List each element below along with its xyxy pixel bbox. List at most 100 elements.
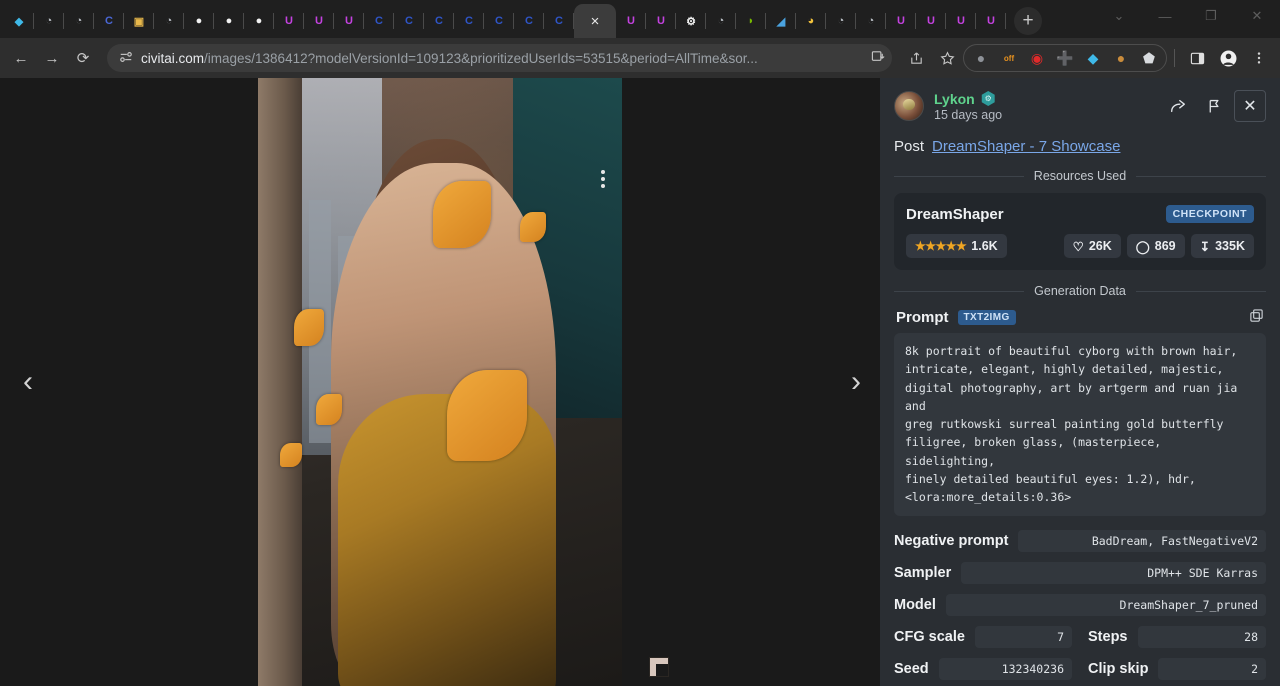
browser-tab[interactable]: ◔ [34, 4, 64, 38]
new-tab-button[interactable]: + [1014, 7, 1042, 35]
diamond-extension-icon[interactable]: ◆ [1080, 45, 1106, 71]
browser-tab[interactable]: U [274, 4, 304, 38]
side-panel-icon[interactable] [1182, 43, 1212, 73]
civitai-icon: C [401, 13, 418, 30]
browser-tab[interactable]: U [976, 4, 1006, 38]
username[interactable]: Lykon [934, 91, 975, 107]
resource-card[interactable]: DreamShaper CHECKPOINT ★★★★★ 1.6K ♡ 26K [894, 193, 1266, 270]
browser-tab[interactable]: U [916, 4, 946, 38]
forward-button[interactable]: → [37, 43, 67, 73]
diamond-icon: ◆ [11, 13, 28, 30]
active-tab[interactable]: × [574, 4, 616, 38]
globe-extension-icon[interactable]: ● [968, 45, 994, 71]
install-icon[interactable] [871, 49, 886, 67]
close-window-button[interactable]: ✕ [1234, 0, 1280, 32]
copy-icon[interactable] [1249, 308, 1264, 326]
resources-section-title: Resources Used [1034, 169, 1126, 183]
reload-button[interactable]: ⟳ [68, 43, 98, 73]
cookie-extension-icon[interactable]: ● [1108, 45, 1134, 71]
globe-icon: ◔ [713, 13, 730, 30]
post-link[interactable]: DreamShaper - 7 Showcase [932, 138, 1120, 155]
url-text: civitai.com/images/1386412?modelVersionI… [141, 51, 863, 66]
previous-image-button[interactable]: ‹ [6, 360, 50, 404]
civitai-icon: C [371, 13, 388, 30]
address-bar[interactable]: civitai.com/images/1386412?modelVersionI… [107, 44, 892, 72]
report-flag-icon[interactable] [1198, 90, 1230, 122]
adblock-off-icon[interactable]: off [996, 45, 1022, 71]
browser-tab[interactable]: C [424, 4, 454, 38]
maximize-button[interactable]: ❐ [1188, 0, 1234, 32]
puzzle-extension-icon[interactable]: ⬟ [1136, 45, 1162, 71]
browser-tab[interactable]: C [94, 4, 124, 38]
browser-tab[interactable]: ◔ [64, 4, 94, 38]
browser-tab[interactable]: C [544, 4, 574, 38]
prompt-label: Prompt [896, 309, 949, 326]
negative-prompt-label: Negative prompt [894, 533, 1008, 549]
browser-tab[interactable]: ● [214, 4, 244, 38]
globe-icon: ◔ [161, 13, 178, 30]
profile-avatar-icon[interactable] [1213, 43, 1243, 73]
generation-parameters: Negative prompt BadDream, FastNegativeV2… [894, 530, 1266, 680]
artwork-butterfly [294, 309, 323, 345]
artwork-butterfly [316, 394, 341, 424]
browser-tab[interactable]: C [454, 4, 484, 38]
generated-artwork [258, 78, 622, 686]
username-row: Lykon ⚙ [934, 91, 1002, 107]
browser-tab[interactable]: U [304, 4, 334, 38]
artwork-butterfly [447, 370, 527, 461]
back-button[interactable]: ← [6, 43, 36, 73]
github-icon: ● [221, 13, 238, 30]
browser-tab[interactable]: ◆ [4, 4, 34, 38]
share-page-button[interactable] [901, 43, 931, 73]
browser-menu-icon[interactable] [1244, 43, 1274, 73]
u-icon: U [281, 13, 298, 30]
browser-tab[interactable]: C [364, 4, 394, 38]
paint-icon: ◢ [773, 13, 790, 30]
globe-icon: ◔ [41, 13, 58, 30]
prompt-text[interactable]: 8k portrait of beautiful cyborg with bro… [894, 333, 1266, 516]
browser-tab[interactable]: U [886, 4, 916, 38]
site-settings-icon[interactable] [119, 50, 133, 67]
browser-tab[interactable]: ● [244, 4, 274, 38]
browser-tab[interactable]: ◕ [796, 4, 826, 38]
dot [601, 170, 605, 174]
civitai-icon: C [461, 13, 478, 30]
comment-icon: ◯ [1136, 239, 1150, 254]
browser-tab[interactable]: U [646, 4, 676, 38]
steps-label: Steps [1088, 629, 1128, 645]
browser-tab[interactable]: ● [184, 4, 214, 38]
image-options-icon[interactable] [592, 166, 614, 192]
browser-tab[interactable]: ◔ [154, 4, 184, 38]
browser-tab[interactable]: ◔ [826, 4, 856, 38]
browser-tab[interactable]: C [484, 4, 514, 38]
github-icon: ● [251, 13, 268, 30]
record-extension-icon[interactable]: ◉ [1024, 45, 1050, 71]
share-button[interactable] [1162, 90, 1194, 122]
browser-tab[interactable]: ◢ [766, 4, 796, 38]
u-icon: U [953, 13, 970, 30]
plus-extension-icon[interactable]: ➕ [1052, 45, 1078, 71]
close-panel-button[interactable]: ✕ [1234, 90, 1266, 122]
browser-tab[interactable]: U [334, 4, 364, 38]
browser-tab[interactable]: U [946, 4, 976, 38]
browser-tab[interactable]: C [514, 4, 544, 38]
browser-tab[interactable]: ⚙ [676, 4, 706, 38]
cfg-scale-pair: CFG scale 7 [894, 626, 1072, 648]
avatar[interactable] [894, 91, 924, 121]
image-detail-panel: Lykon ⚙ 15 days ago [880, 78, 1280, 686]
tab-list: ◆◔◔C▣◔●●●UUUCCCCCCC×UU⚙◔◗◢◕◔◔UUUU [4, 0, 1006, 38]
clip-skip-pair: Clip skip 2 [1088, 658, 1266, 680]
browser-tab[interactable]: ◔ [706, 4, 736, 38]
cursor-marker [650, 658, 668, 676]
browser-tab[interactable]: U [616, 4, 646, 38]
browser-tab[interactable]: ◗ [736, 4, 766, 38]
tab-search-button[interactable]: ⌄ [1096, 0, 1142, 32]
likes-count: 26K [1089, 239, 1112, 253]
browser-tab[interactable]: ◔ [856, 4, 886, 38]
browser-tab[interactable]: C [394, 4, 424, 38]
browser-tab[interactable]: ▣ [124, 4, 154, 38]
next-image-button[interactable]: › [834, 360, 878, 404]
window-controls: ⌄ — ❐ ✕ [1096, 0, 1280, 38]
bookmark-star-icon[interactable] [932, 43, 962, 73]
minimize-button[interactable]: — [1142, 0, 1188, 32]
